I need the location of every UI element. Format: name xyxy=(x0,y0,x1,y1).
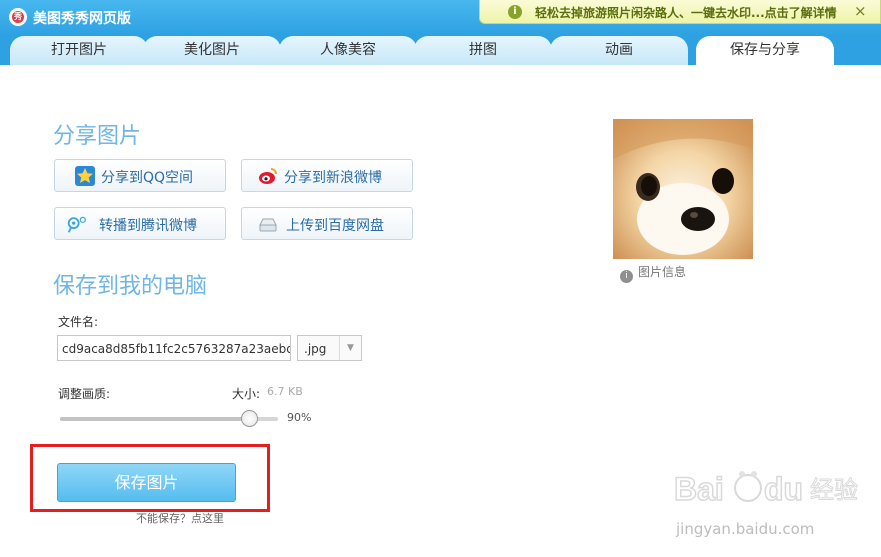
upload-baidu-pan-label: 上传到百度网盘 xyxy=(286,218,384,234)
quality-label: 调整画质: xyxy=(58,387,111,401)
tencent-weibo-icon xyxy=(67,216,86,233)
chevron-down-icon[interactable]: ▼ xyxy=(339,336,361,360)
quality-slider[interactable] xyxy=(60,410,278,427)
tab-beautify[interactable]: 美化图片 xyxy=(143,36,281,65)
share-tencent-weibo-label: 转播到腾讯微博 xyxy=(99,218,197,234)
cant-save-link[interactable]: 不能保存？点这里 xyxy=(136,510,224,526)
share-qzone-label: 分享到QQ空间 xyxy=(101,170,194,186)
image-info-button[interactable]: i 图片信息 xyxy=(620,263,686,283)
image-preview xyxy=(613,119,753,259)
size-label: 大小: xyxy=(232,387,261,401)
promo-text[interactable]: 轻松去掉旅游照片闲杂路人、一键去水印...点击了解详情 xyxy=(535,4,837,21)
share-tencent-weibo-button[interactable]: 转播到腾讯微博 xyxy=(54,207,226,240)
quality-value: 90% xyxy=(287,411,312,424)
close-icon[interactable]: × xyxy=(854,2,867,20)
tab-bar: 打开图片 美化图片 人像美容 拼图 动画 保存与分享 xyxy=(0,36,881,65)
qzone-star-icon xyxy=(75,166,95,186)
image-info-label: 图片信息 xyxy=(638,265,687,279)
promo-banner[interactable]: i 轻松去掉旅游照片闲杂路人、一键去水印...点击了解详情 × xyxy=(479,0,881,24)
svg-text:Bai: Bai xyxy=(674,471,724,507)
filename-input[interactable]: cd9aca8d85fb11fc2c5763287a23aebd_me xyxy=(57,335,291,361)
tab-animation[interactable]: 动画 xyxy=(550,36,688,65)
tab-save-share[interactable]: 保存与分享 xyxy=(696,36,834,65)
size-value: 6.7 KB xyxy=(267,385,303,398)
filename-label: 文件名: xyxy=(58,315,99,329)
app-logo-icon: 秀 xyxy=(9,8,27,26)
share-heading: 分享图片 xyxy=(53,124,142,149)
quality-slider-thumb[interactable] xyxy=(241,410,258,427)
upload-baidu-pan-button[interactable]: 上传到百度网盘 xyxy=(241,207,413,240)
quality-slider-fill xyxy=(60,417,250,421)
tab-portrait[interactable]: 人像美容 xyxy=(279,36,417,65)
weibo-icon xyxy=(259,168,277,184)
cloud-disk-icon xyxy=(259,218,277,232)
watermark-url: jingyan.baidu.com xyxy=(676,520,815,538)
info-icon: i xyxy=(620,270,633,283)
info-icon: i xyxy=(508,5,522,19)
svg-text:du: du xyxy=(764,471,803,507)
share-weibo-button[interactable]: 分享到新浪微博 xyxy=(241,159,413,192)
app-title: 美图秀秀网页版 xyxy=(33,11,131,27)
tab-open-image[interactable]: 打开图片 xyxy=(10,36,148,65)
save-heading: 保存到我的电脑 xyxy=(53,274,208,299)
format-value: .jpg xyxy=(304,342,327,356)
save-image-button[interactable]: 保存图片 xyxy=(57,463,236,502)
tab-collage[interactable]: 拼图 xyxy=(414,36,552,65)
share-qzone-button[interactable]: 分享到QQ空间 xyxy=(54,159,226,192)
svg-text:经验: 经验 xyxy=(810,476,858,504)
format-select[interactable]: .jpg ▼ xyxy=(297,335,362,361)
share-weibo-label: 分享到新浪微博 xyxy=(284,170,382,186)
